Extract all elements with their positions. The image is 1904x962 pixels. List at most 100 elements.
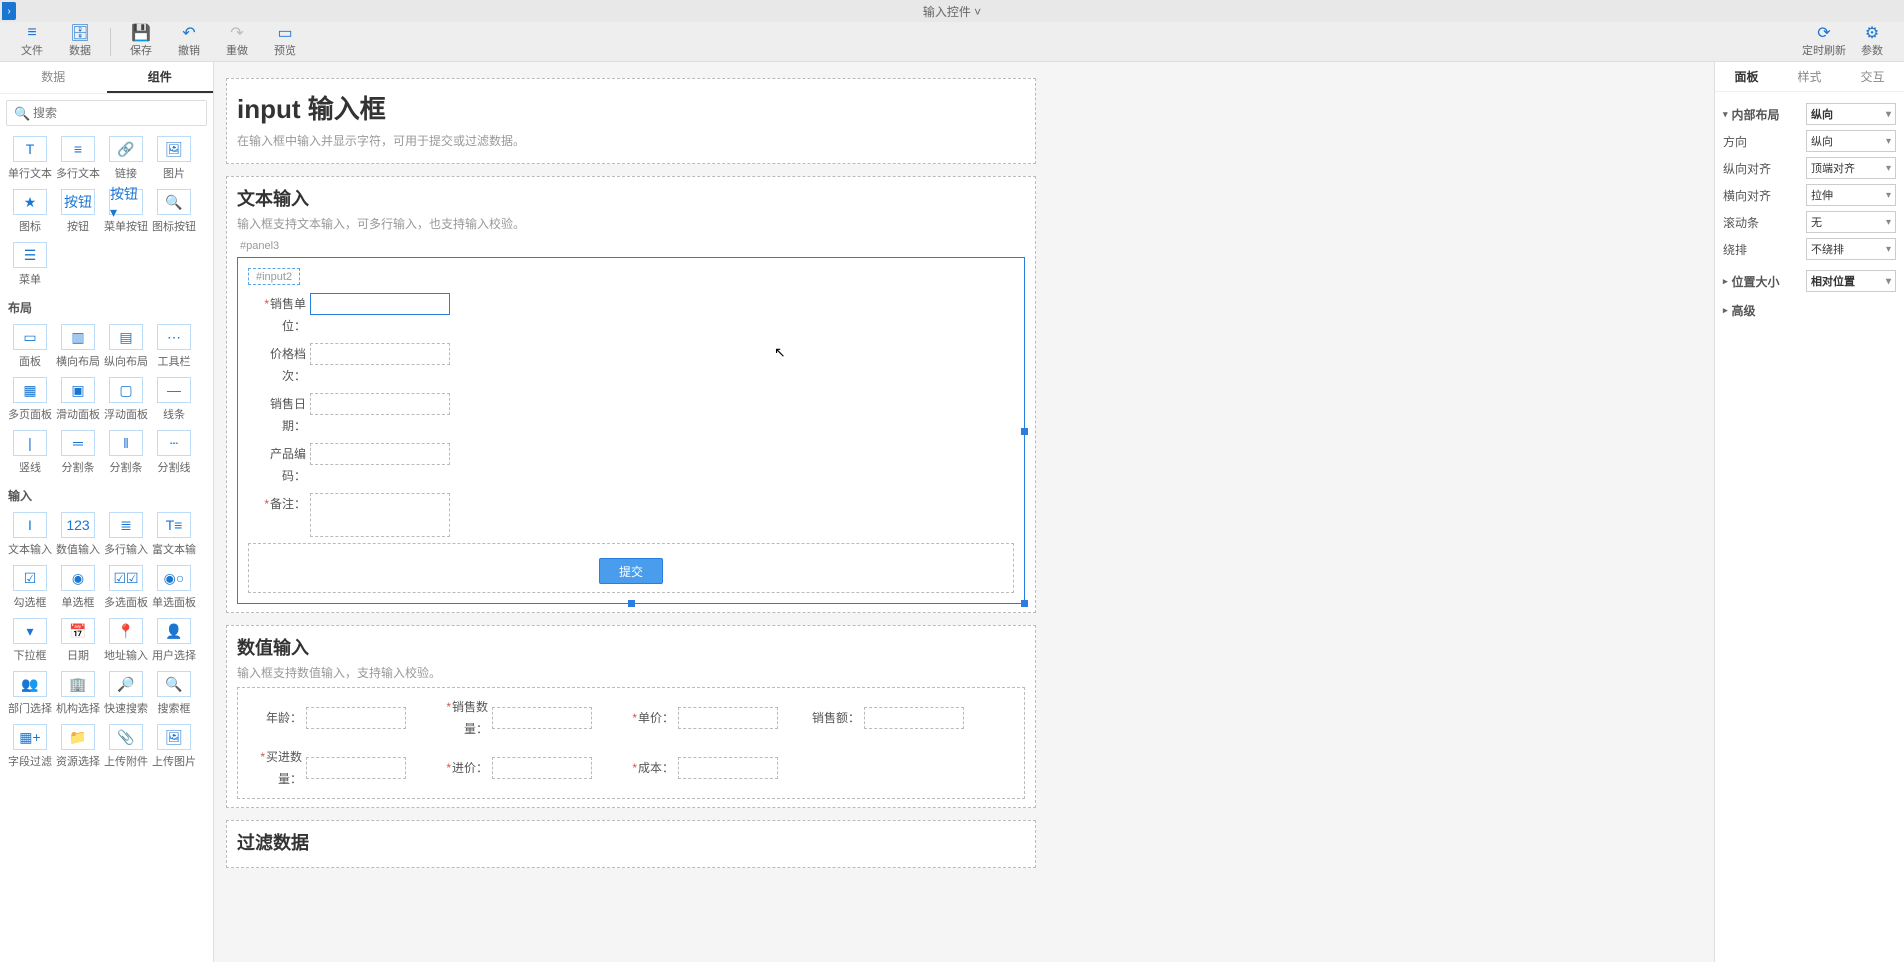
palette-item[interactable]: 🔎快速搜索 [102, 671, 150, 716]
palette-item[interactable]: T≡富文本输 [150, 512, 198, 557]
card-text-input[interactable]: 文本输入 输入框支持文本输入，可多行输入，也支持输入校验。 #panel3 #i… [226, 176, 1036, 613]
file-button[interactable]: ≡文件 [8, 23, 56, 60]
pos-select[interactable]: 相对位置▾ [1806, 270, 1896, 292]
palette-item[interactable]: 👤用户选择 [150, 618, 198, 663]
wrap-select[interactable]: 不绕排▾ [1806, 238, 1896, 260]
palette-item[interactable]: ≣多行输入 [102, 512, 150, 557]
number-field[interactable] [492, 707, 592, 729]
palette-item[interactable]: —线条 [150, 377, 198, 422]
palette-item[interactable]: 🔍图标按钮 [150, 189, 198, 234]
palette-item[interactable]: ▣滑动面板 [54, 377, 102, 422]
redo-button[interactable]: ↷重做 [213, 23, 261, 60]
resize-handle-corner[interactable] [1021, 600, 1028, 607]
number-field[interactable] [678, 757, 778, 779]
halign-select[interactable]: 拉伸▾ [1806, 184, 1896, 206]
data-button[interactable]: 🗄数据 [56, 23, 104, 60]
valign-select[interactable]: 顶端对齐▾ [1806, 157, 1896, 179]
number-field[interactable] [306, 707, 406, 729]
card-intro[interactable]: input 输入框 在输入框中输入并显示字符，可用于提交或过滤数据。 [226, 78, 1036, 164]
component-label: 分割条 [62, 459, 95, 475]
text-field[interactable] [310, 443, 450, 465]
palette-item[interactable]: 123数值输入 [54, 512, 102, 557]
palette-item[interactable]: ☰菜单 [6, 242, 54, 287]
palette-item[interactable]: 👥部门选择 [6, 671, 54, 716]
group-pos-size[interactable]: 位置大小 相对位置▾ [1723, 270, 1896, 292]
palette-item[interactable]: ★图标 [6, 189, 54, 234]
scroll-select[interactable]: 无▾ [1806, 211, 1896, 233]
palette-item[interactable]: ⋯工具栏 [150, 324, 198, 369]
palette-item[interactable]: ▥横向布局 [54, 324, 102, 369]
textarea-field[interactable] [310, 493, 450, 537]
palette-item[interactable]: 🏢机构选择 [54, 671, 102, 716]
resize-handle-right[interactable] [1021, 428, 1028, 435]
palette-item[interactable]: |竖线 [6, 430, 54, 475]
expand-left-handle[interactable]: › [2, 2, 16, 20]
direction-select[interactable]: 纵向▾ [1806, 130, 1896, 152]
design-canvas[interactable]: input 输入框 在输入框中输入并显示字符，可用于提交或过滤数据。 文本输入 … [214, 62, 1714, 962]
preview-button[interactable]: ▭预览 [261, 23, 309, 60]
component-label: 线条 [163, 406, 185, 422]
component-label: 分割条 [110, 459, 143, 475]
toolbar: ≡文件 🗄数据 💾保存 ↶撤销 ↷重做 ▭预览 ⟳定时刷新 ⚙参数 [0, 22, 1904, 62]
palette-item[interactable]: ▭面板 [6, 324, 54, 369]
section-layout: 布局 [6, 291, 207, 320]
palette-item[interactable]: ◉单选框 [54, 565, 102, 610]
palette-item[interactable]: ▦多页面板 [6, 377, 54, 422]
right-tab-style[interactable]: 样式 [1778, 62, 1841, 91]
card-filter[interactable]: 过滤数据 [226, 820, 1036, 868]
palette-item[interactable]: ≡多行文本 [54, 136, 102, 181]
palette-item[interactable]: 按钮按钮 [54, 189, 102, 234]
resize-handle-bottom[interactable] [628, 600, 635, 607]
palette-item[interactable]: ◉○单选面板 [150, 565, 198, 610]
text-field[interactable] [310, 293, 450, 315]
palette-item[interactable]: ▾下拉框 [6, 618, 54, 663]
number-field[interactable] [678, 707, 778, 729]
number-field[interactable] [492, 757, 592, 779]
palette-item[interactable]: ▦+字段过滤 [6, 724, 54, 769]
palette-item[interactable]: ☑☑多选面板 [102, 565, 150, 610]
palette-item[interactable]: ☑勾选框 [6, 565, 54, 610]
palette-item[interactable]: T单行文本 [6, 136, 54, 181]
palette-item[interactable]: 📁资源选择 [54, 724, 102, 769]
page-title-dropdown[interactable]: 输入控件 ˅ [923, 3, 981, 20]
timed-refresh-button[interactable]: ⟳定时刷新 [1800, 23, 1848, 60]
palette-item[interactable]: ┄分割线 [150, 430, 198, 475]
component-label: 多行输入 [104, 541, 148, 557]
right-tab-panel[interactable]: 面板 [1715, 62, 1778, 91]
number-field[interactable] [864, 707, 964, 729]
palette-item[interactable]: I文本输入 [6, 512, 54, 557]
component-search-input[interactable] [6, 100, 207, 126]
component-icon: ☑ [13, 565, 47, 591]
palette-item[interactable]: 📅日期 [54, 618, 102, 663]
palette-item[interactable]: 按钮▾菜单按钮 [102, 189, 150, 234]
field-label: *单价： [618, 707, 678, 729]
palette-item[interactable]: ‖分割条 [102, 430, 150, 475]
menu-icon: ≡ [22, 25, 42, 41]
inner-layout-select[interactable]: 纵向▾ [1806, 103, 1896, 125]
palette-item[interactable]: ▢浮动面板 [102, 377, 150, 422]
palette-item[interactable]: ═分割条 [54, 430, 102, 475]
palette-item[interactable]: ▤纵向布局 [102, 324, 150, 369]
component-label: 资源选择 [56, 753, 100, 769]
field-label: *买进数量： [246, 746, 306, 790]
group-inner-layout[interactable]: 内部布局 纵向▾ [1723, 103, 1896, 125]
palette-item[interactable]: 📎上传附件 [102, 724, 150, 769]
palette-item[interactable]: 🖼上传图片 [150, 724, 198, 769]
submit-button[interactable]: 提交 [599, 558, 663, 584]
palette-item[interactable]: 🔗链接 [102, 136, 150, 181]
panel3-selected[interactable]: #input2 *销售单位：价格档次：销售日期：产品编码：*备注： 提交 [237, 257, 1025, 604]
undo-button[interactable]: ↶撤销 [165, 23, 213, 60]
number-field[interactable] [306, 757, 406, 779]
palette-item[interactable]: 📍地址输入 [102, 618, 150, 663]
group-advanced[interactable]: 高级 [1723, 302, 1896, 319]
save-button[interactable]: 💾保存 [117, 23, 165, 60]
params-button[interactable]: ⚙参数 [1848, 23, 1896, 60]
palette-item[interactable]: 🔍搜索框 [150, 671, 198, 716]
right-tab-interact[interactable]: 交互 [1841, 62, 1904, 91]
left-tab-data[interactable]: 数据 [0, 62, 107, 93]
text-field[interactable] [310, 393, 450, 415]
text-field[interactable] [310, 343, 450, 365]
palette-item[interactable]: 🖼图片 [150, 136, 198, 181]
left-tab-components[interactable]: 组件 [107, 62, 214, 93]
card-num-input[interactable]: 数值输入 输入框支持数值输入，支持输入校验。 年龄：*销售数量：*单价：销售额：… [226, 625, 1036, 808]
